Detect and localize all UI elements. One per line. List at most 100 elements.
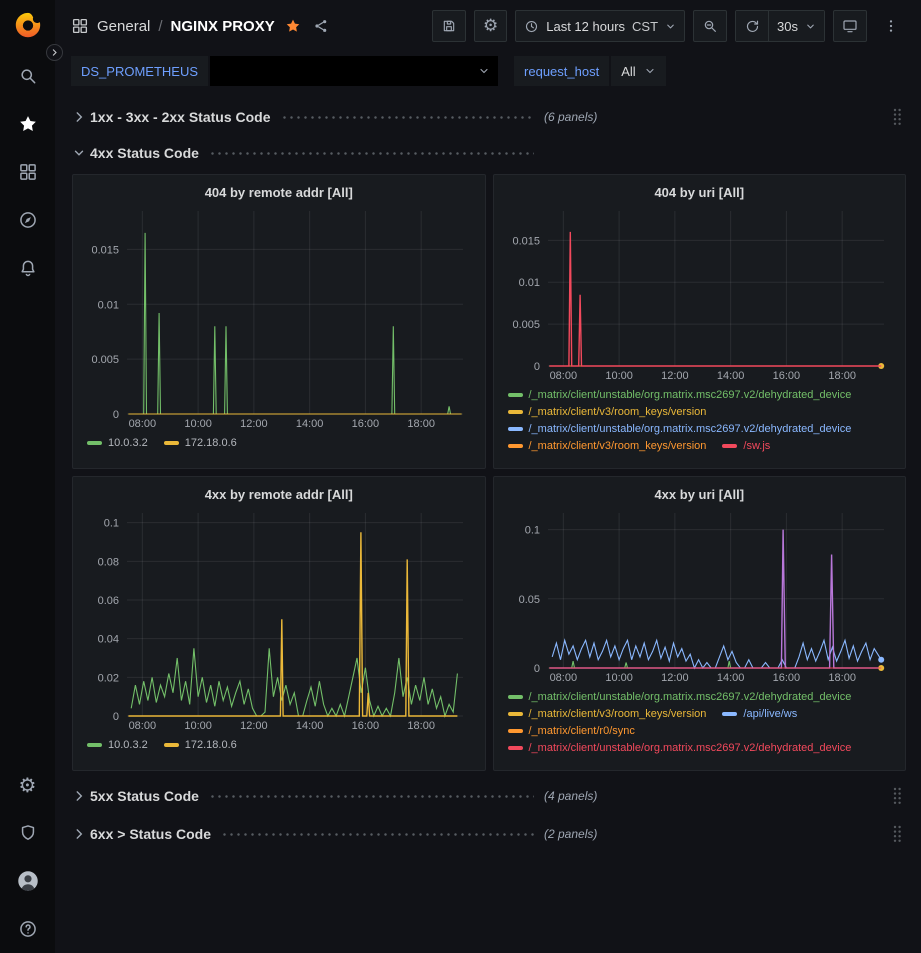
legend-series-marker <box>508 410 523 414</box>
save-dashboard-button[interactable] <box>432 10 466 42</box>
legend-item[interactable]: /_matrix/client/unstable/org.matrix.msc2… <box>508 389 852 401</box>
sidebar-item-starred[interactable] <box>0 100 55 148</box>
svg-text:12:00: 12:00 <box>661 370 689 382</box>
dashboard-title: NGINX PROXY <box>171 18 275 35</box>
breadcrumb-section[interactable]: General <box>97 18 150 35</box>
svg-text:10:00: 10:00 <box>184 720 212 732</box>
svg-text:10:00: 10:00 <box>605 672 633 684</box>
timeseries-chart[interactable]: 00.020.040.060.080.108:0010:0012:0014:00… <box>83 505 475 733</box>
sidebar-item-help[interactable] <box>0 905 55 953</box>
kiosk-mode-button[interactable] <box>833 10 867 42</box>
clock-icon <box>524 19 539 34</box>
dashboard-grid-icon <box>71 17 89 35</box>
legend-series-marker <box>508 393 523 397</box>
sidebar-expand-button[interactable] <box>46 44 63 61</box>
svg-text:0.01: 0.01 <box>518 277 539 289</box>
legend-item[interactable]: /_matrix/client/r0/sync <box>508 725 635 737</box>
row-toggle[interactable]: 4xx Status Code <box>72 145 544 161</box>
top-navbar: General / NGINX PROXY <box>55 0 921 52</box>
zoom-out-icon <box>702 18 718 34</box>
timeseries-chart[interactable]: 00.050.108:0010:0012:0014:0016:0018:00 <box>504 505 896 685</box>
row-drag-handle[interactable] <box>888 784 906 808</box>
row-toggle[interactable]: 5xx Status Code <box>72 788 544 804</box>
kebab-menu-icon <box>883 18 899 34</box>
svg-text:0: 0 <box>113 711 119 723</box>
legend-item[interactable]: 172.18.0.6 <box>164 739 237 751</box>
legend-series-label: /sw.js <box>743 440 770 452</box>
sidebar-item-configuration[interactable]: ⚙ <box>0 761 55 809</box>
row-title: 5xx Status Code <box>90 788 199 804</box>
request-host-select[interactable]: All <box>611 56 665 86</box>
sidebar-top-nav <box>0 52 55 292</box>
row-panel-count: (6 panels) <box>544 110 597 124</box>
chevron-right-icon <box>72 110 90 124</box>
legend-item[interactable]: 172.18.0.6 <box>164 437 237 449</box>
datasource-variable-label[interactable]: DS_PROMETHEUS <box>71 56 208 86</box>
sidebar-item-profile[interactable] <box>0 857 55 905</box>
zoom-out-button[interactable] <box>693 10 727 42</box>
timeseries-chart[interactable]: 00.0050.010.01508:0010:0012:0014:0016:00… <box>504 203 896 383</box>
chart-legend: /_matrix/client/unstable/org.matrix.msc2… <box>504 685 896 754</box>
more-options-button[interactable] <box>875 10 907 42</box>
refresh-interval-picker[interactable]: 30s <box>768 11 824 41</box>
legend-item[interactable]: /_matrix/client/v3/room_keys/version <box>508 440 707 452</box>
legend-series-label: /_matrix/client/r0/sync <box>529 725 635 737</box>
grafana-logo-icon[interactable] <box>13 10 43 40</box>
svg-text:0.01: 0.01 <box>98 299 119 311</box>
sidebar-item-explore[interactable] <box>0 196 55 244</box>
sidebar-item-dashboards[interactable] <box>0 148 55 196</box>
panel-title[interactable]: 4xx by uri [All] <box>504 483 896 505</box>
svg-text:0.1: 0.1 <box>524 525 539 537</box>
legend-item[interactable]: /_matrix/client/v3/room_keys/version <box>508 708 707 720</box>
panel-title[interactable]: 404 by remote addr [All] <box>83 181 475 203</box>
svg-text:0.08: 0.08 <box>98 556 119 568</box>
chevron-down-icon <box>644 65 656 77</box>
timeseries-chart[interactable]: 00.0050.010.01508:0010:0012:0014:0016:00… <box>83 203 475 431</box>
share-icon <box>313 18 329 34</box>
gear-icon: ⚙ <box>19 775 37 795</box>
panel-title[interactable]: 4xx by remote addr [All] <box>83 483 475 505</box>
sidebar-item-search[interactable] <box>0 52 55 100</box>
legend-series-label: /_matrix/client/v3/room_keys/version <box>529 708 707 720</box>
legend-item[interactable]: /_matrix/client/unstable/org.matrix.msc2… <box>508 742 852 754</box>
svg-text:18:00: 18:00 <box>407 720 435 732</box>
panel-title[interactable]: 404 by uri [All] <box>504 181 896 203</box>
row-drag-handle[interactable] <box>888 105 906 129</box>
row-title: 1xx - 3xx - 2xx Status Code <box>90 109 271 125</box>
time-range-picker[interactable]: Last 12 hours CST <box>515 10 685 42</box>
datasource-select[interactable] <box>210 56 498 86</box>
legend-item[interactable]: 10.0.3.2 <box>87 739 148 751</box>
row-toggle[interactable]: 1xx - 3xx - 2xx Status Code <box>72 109 544 125</box>
sidebar-item-server-admin[interactable] <box>0 809 55 857</box>
legend-series-marker <box>508 427 523 431</box>
legend-item[interactable]: 10.0.3.2 <box>87 437 148 449</box>
row-dotted-leader <box>209 152 534 155</box>
legend-series-marker <box>508 746 523 750</box>
favorite-star-button[interactable] <box>283 16 303 36</box>
refresh-button-group: 30s <box>735 10 825 42</box>
share-dashboard-button[interactable] <box>311 16 331 36</box>
legend-series-marker <box>722 712 737 716</box>
sidebar-item-alerting[interactable] <box>0 244 55 292</box>
legend-item[interactable]: /sw.js <box>722 440 770 452</box>
chevron-down-icon <box>665 21 676 32</box>
refresh-button[interactable] <box>736 11 768 41</box>
row-title: 4xx Status Code <box>90 145 199 161</box>
legend-item[interactable]: /_matrix/client/unstable/org.matrix.msc2… <box>508 423 852 435</box>
svg-text:18:00: 18:00 <box>828 370 856 382</box>
legend-item[interactable]: /_matrix/client/v3/room_keys/version <box>508 406 707 418</box>
request-host-variable-label[interactable]: request_host <box>514 56 609 86</box>
row-toggle[interactable]: 6xx > Status Code <box>72 826 544 842</box>
legend-series-marker <box>508 712 523 716</box>
legend-series-marker <box>508 695 523 699</box>
svg-text:16:00: 16:00 <box>352 418 380 430</box>
legend-item[interactable]: /_matrix/client/unstable/org.matrix.msc2… <box>508 691 852 703</box>
dashboard-settings-button[interactable]: ⚙ <box>474 10 507 42</box>
row-drag-handle[interactable] <box>888 822 906 846</box>
legend-item[interactable]: /api/live/ws <box>722 708 797 720</box>
row-panel-count: (4 panels) <box>544 789 597 803</box>
avatar <box>15 868 41 894</box>
svg-text:14:00: 14:00 <box>716 672 744 684</box>
svg-text:0.1: 0.1 <box>104 518 119 530</box>
chevron-right-icon <box>72 789 90 803</box>
